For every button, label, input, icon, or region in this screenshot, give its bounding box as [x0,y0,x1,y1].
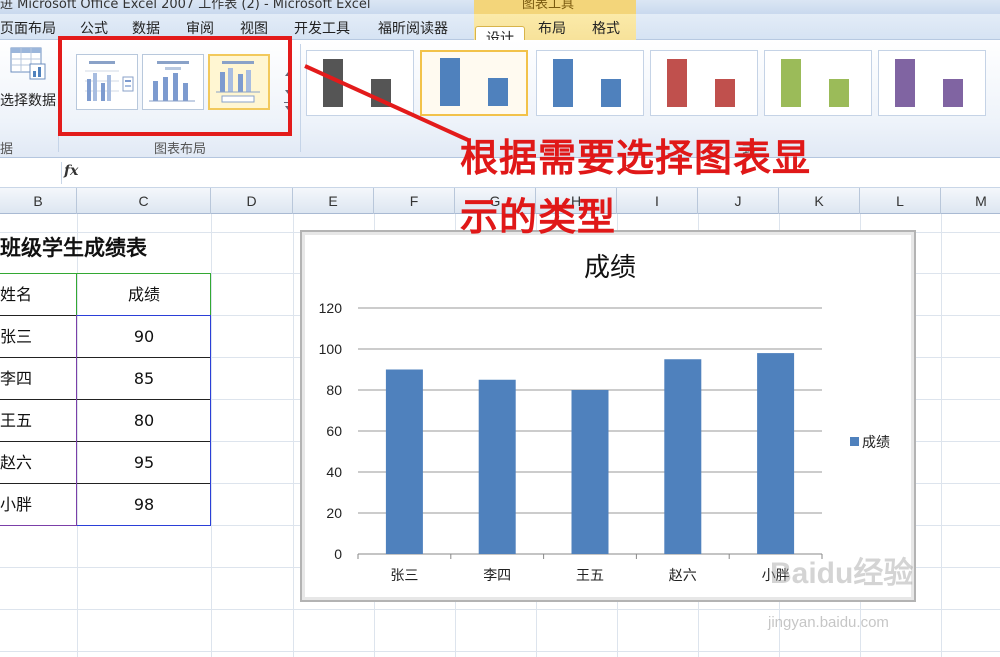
annotation-text-line2: 示的类型 [460,195,617,239]
annotation-text-line1: 根据需要选择图表显 [460,136,812,180]
baidu-watermark-url: jingyan.baidu.com [768,614,889,631]
baidu-watermark: Baidu经验 [770,557,914,590]
